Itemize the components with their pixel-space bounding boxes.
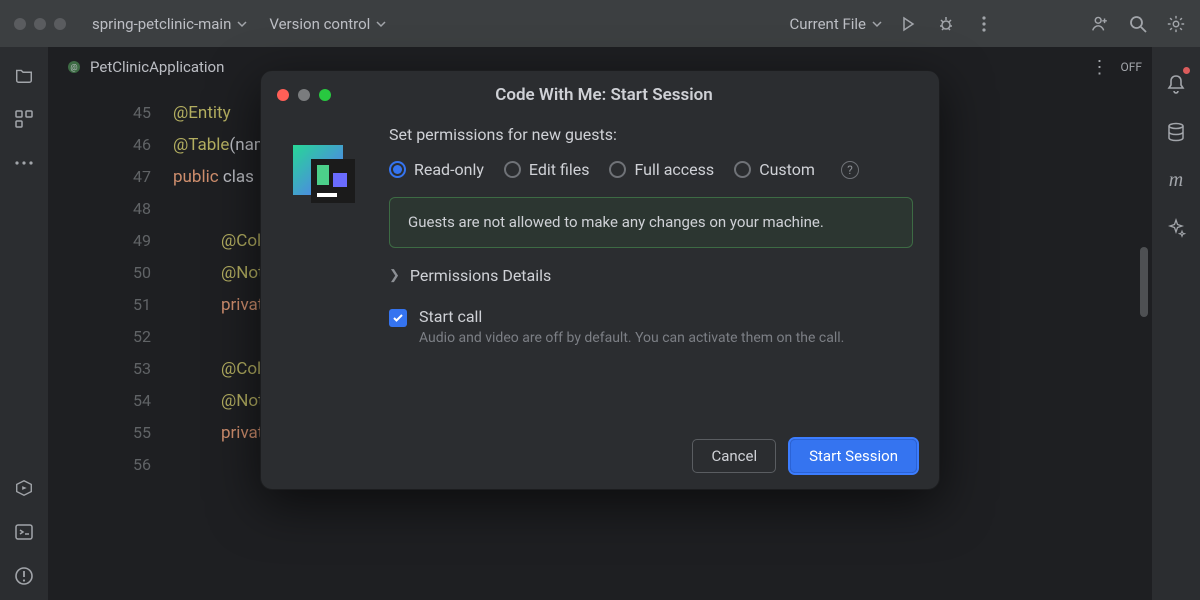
help-icon[interactable]: ? [841, 161, 859, 179]
code-with-me-logo-icon [287, 135, 367, 215]
start-session-button[interactable]: Start Session [790, 439, 917, 473]
dialog-footer: Cancel Start Session [692, 439, 917, 473]
modal-layer: Code With Me: Start Session Set permissi… [0, 0, 1200, 600]
radio-dot [734, 161, 751, 178]
radio-dot [504, 161, 521, 178]
radio-read-only[interactable]: Read-only [389, 160, 484, 179]
dialog-title: Code With Me: Start Session [285, 85, 923, 105]
permissions-radio-group: Read-only Edit files Full access Custom … [389, 160, 913, 179]
radio-custom[interactable]: Custom [734, 160, 815, 179]
chevron-right-icon: ❯ [389, 268, 400, 283]
cancel-button[interactable]: Cancel [692, 439, 776, 473]
start-call-subtext: Audio and video are off by default. You … [419, 330, 844, 346]
radio-edit-files[interactable]: Edit files [504, 160, 590, 179]
radio-dot-selected [389, 161, 406, 178]
radio-full-access[interactable]: Full access [609, 160, 714, 179]
start-call-checkbox[interactable] [389, 309, 407, 327]
permission-info-box: Guests are not allowed to make any chang… [389, 197, 913, 248]
code-with-me-dialog: Code With Me: Start Session Set permissi… [260, 70, 940, 490]
dialog-titlebar: Code With Me: Start Session [261, 71, 939, 119]
permissions-heading: Set permissions for new guests: [389, 125, 913, 144]
radio-dot [609, 161, 626, 178]
start-call-label: Start call [419, 307, 844, 326]
start-call-checkbox-row: Start call Audio and video are off by de… [389, 307, 913, 346]
permissions-details-toggle[interactable]: ❯Permissions Details [389, 266, 913, 285]
